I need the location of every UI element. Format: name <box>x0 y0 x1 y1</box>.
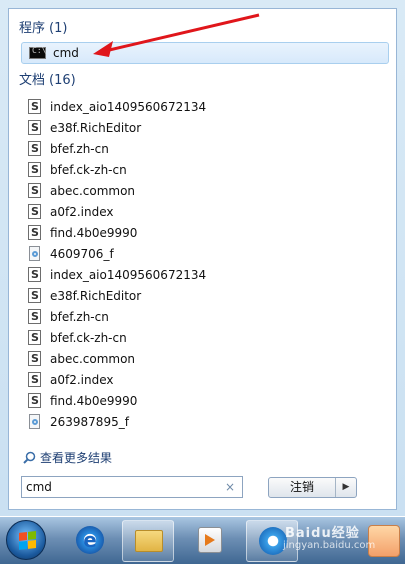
list-item[interactable]: Sa0f2.index <box>27 202 387 222</box>
taskbar-internet-explorer[interactable]: e <box>64 520 116 562</box>
script-file-icon: S <box>27 204 43 220</box>
windows-logo-icon <box>19 531 36 550</box>
script-file-icon: S <box>27 120 43 136</box>
taskbar-file-explorer[interactable] <box>122 520 174 562</box>
list-item[interactable]: 4609706_f <box>27 244 387 264</box>
media-player-icon <box>198 527 222 553</box>
list-item[interactable]: Sindex_aio1409560672134 <box>27 97 387 117</box>
list-item-label: a0f2.index <box>50 205 114 219</box>
list-item[interactable]: Sindex_aio1409560672134 <box>27 265 387 285</box>
power-options-arrow-icon[interactable]: ▶ <box>336 478 356 497</box>
list-item[interactable]: Sbfef.ck-zh-cn <box>27 160 387 180</box>
list-item[interactable]: Sa0f2.index <box>27 370 387 390</box>
script-file-icon: S <box>27 309 43 325</box>
list-item-label: abec.common <box>50 184 136 198</box>
list-item-label: bfef.ck-zh-cn <box>50 163 127 177</box>
script-file-icon: S <box>27 267 43 283</box>
list-item-label: find.4b0e9990 <box>50 394 138 408</box>
program-item-cmd[interactable]: C:\ cmd <box>29 43 389 63</box>
documents-header-label: 文档 <box>19 73 46 88</box>
list-item[interactable]: Sfind.4b0e9990 <box>27 391 387 411</box>
script-file-icon: S <box>27 372 43 388</box>
list-item[interactable]: Sbfef.zh-cn <box>27 139 387 159</box>
settings-file-icon <box>27 414 43 430</box>
list-item-label: bfef.ck-zh-cn <box>50 331 127 345</box>
search-field[interactable]: × <box>21 476 243 498</box>
logoff-button[interactable]: 注销 <box>269 478 336 497</box>
list-item[interactable]: 263987895_f <box>27 412 387 432</box>
list-item-label: 263987895_f <box>50 415 129 429</box>
list-item[interactable]: Sbfef.zh-cn <box>27 307 387 327</box>
logoff-button-group: 注销 ▶ <box>268 477 357 498</box>
list-item[interactable]: Se38f.RichEditor <box>27 286 387 306</box>
script-file-icon: S <box>27 393 43 409</box>
programs-group-header[interactable]: 程序 (1) <box>19 21 67 37</box>
list-item[interactable]: Sfind.4b0e9990 <box>27 223 387 243</box>
script-file-icon: S <box>27 141 43 157</box>
see-more-label: 查看更多结果 <box>40 451 113 465</box>
list-item-label: a0f2.index <box>50 373 114 387</box>
see-more-results-link[interactable]: 查看更多结果 <box>23 449 112 466</box>
programs-header-label: 程序 <box>19 21 46 36</box>
watermark-url: jingyan.baidu.com <box>283 540 376 551</box>
script-file-icon: S <box>27 288 43 304</box>
start-menu-window: 程序 (1) C:\ cmd 文档 (16) Sindex_aio140956067… <box>0 0 405 564</box>
search-results-panel: 程序 (1) C:\ cmd 文档 (16) Sindex_aio140956067… <box>8 8 397 510</box>
script-file-icon: S <box>27 162 43 178</box>
settings-file-icon <box>27 246 43 262</box>
internet-explorer-icon: e <box>76 526 104 554</box>
script-file-icon: S <box>27 99 43 115</box>
list-item-label: find.4b0e9990 <box>50 226 138 240</box>
list-item[interactable]: Se38f.RichEditor <box>27 118 387 138</box>
script-file-icon: S <box>27 330 43 346</box>
script-file-icon: S <box>27 351 43 367</box>
programs-count: (1) <box>49 21 68 36</box>
program-item-label: cmd <box>53 46 79 60</box>
script-file-icon: S <box>27 225 43 241</box>
list-item[interactable]: Sabec.common <box>27 181 387 201</box>
list-item-label: e38f.RichEditor <box>50 289 142 303</box>
start-button[interactable] <box>6 520 46 560</box>
clear-search-icon[interactable]: × <box>225 480 235 494</box>
list-item-label: abec.common <box>50 352 136 366</box>
list-item-label: 4609706_f <box>50 247 114 261</box>
list-item[interactable]: Sabec.common <box>27 349 387 369</box>
folder-icon <box>135 530 163 552</box>
documents-group-header[interactable]: 文档 (16) <box>19 73 76 89</box>
search-icon <box>23 451 36 464</box>
command-prompt-icon: C:\ <box>29 46 46 59</box>
list-item-label: e38f.RichEditor <box>50 121 142 135</box>
list-item-label: index_aio1409560672134 <box>50 100 207 114</box>
watermark-text: Baidu经验 <box>285 526 360 541</box>
documents-count: (16) <box>49 73 76 88</box>
script-file-icon: S <box>27 183 43 199</box>
taskbar-media-player[interactable] <box>184 520 236 562</box>
search-input[interactable] <box>22 479 223 495</box>
list-item-label: bfef.zh-cn <box>50 142 109 156</box>
list-item[interactable]: Sbfef.ck-zh-cn <box>27 328 387 348</box>
list-item-label: bfef.zh-cn <box>50 310 109 324</box>
list-item-label: index_aio1409560672134 <box>50 268 207 282</box>
